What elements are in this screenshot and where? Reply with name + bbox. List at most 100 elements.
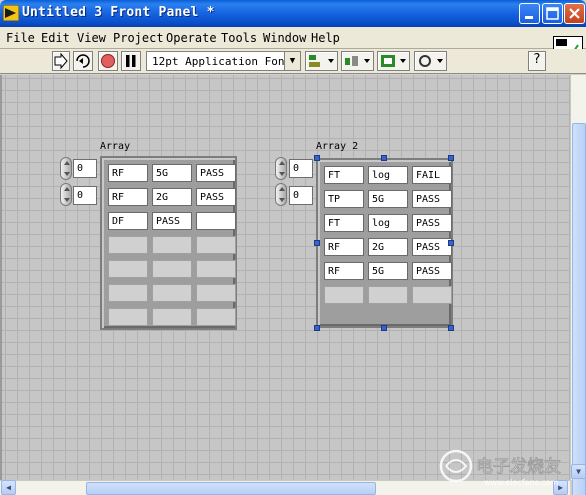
array-frame: RF 5G PASS RF 2G PASS DF PASS [100, 156, 237, 330]
align-objects-button[interactable] [305, 51, 338, 71]
array-element[interactable]: 5G [368, 262, 408, 280]
array-element-empty[interactable] [152, 308, 192, 326]
window-title: Untitled 3 Front Panel * [22, 5, 215, 20]
array-element[interactable]: FT [324, 214, 364, 232]
context-help-button[interactable]: ? [528, 51, 546, 71]
array-element-empty[interactable] [196, 284, 236, 302]
menu-window[interactable]: Window [263, 31, 306, 45]
index-stepper[interactable] [275, 183, 287, 206]
distribute-icon [345, 56, 370, 66]
array-element-empty[interactable] [108, 308, 148, 326]
selection-handle[interactable] [448, 155, 454, 161]
run-button[interactable] [52, 51, 70, 71]
array-element-empty[interactable] [196, 260, 236, 278]
vertical-scroll-thumb[interactable] [572, 123, 586, 495]
svg-text:www.elecfans.com: www.elecfans.com [484, 478, 559, 487]
menu-edit[interactable]: Edit [41, 31, 70, 45]
array-element[interactable]: PASS [152, 212, 192, 230]
array-element[interactable]: FT [324, 166, 364, 184]
array-element-empty[interactable] [108, 284, 148, 302]
array-element[interactable]: PASS [412, 238, 452, 256]
index-stepper[interactable] [60, 157, 72, 180]
array-element[interactable]: RF [108, 164, 148, 182]
menu-bar: File Edit View Project Operate Tools Win… [0, 27, 586, 49]
menu-view[interactable]: View [77, 31, 106, 45]
reorder-button[interactable] [414, 51, 447, 71]
array-element-empty[interactable] [196, 236, 236, 254]
labview-icon [3, 5, 19, 21]
run-continuously-button[interactable] [73, 51, 93, 71]
selection-handle[interactable] [314, 325, 320, 331]
font-select[interactable]: 12pt Application Font ▼ [146, 51, 301, 71]
index-input[interactable]: 0 [289, 186, 313, 205]
array-element[interactable]: 5G [368, 190, 408, 208]
run-continuously-icon [76, 54, 90, 68]
front-panel-canvas[interactable] [0, 75, 570, 480]
abort-button[interactable] [98, 51, 118, 71]
array-element[interactable]: log [368, 166, 408, 184]
close-icon [569, 8, 580, 19]
array-element[interactable]: PASS [412, 214, 452, 232]
vertical-scrollbar[interactable] [570, 75, 586, 495]
close-button[interactable] [564, 3, 585, 24]
array-element[interactable]: RF [324, 262, 364, 280]
array-element-empty[interactable] [196, 308, 236, 326]
pause-button[interactable] [121, 51, 141, 71]
index-stepper[interactable] [60, 183, 72, 206]
align-icon [309, 55, 334, 67]
array-element[interactable]: RF [108, 188, 148, 206]
array-element[interactable]: FAIL [412, 166, 452, 184]
minimize-button[interactable] [519, 3, 540, 24]
chevron-down-icon: ▼ [284, 52, 300, 70]
maximize-button[interactable] [542, 3, 563, 24]
array-element[interactable]: RF [324, 238, 364, 256]
array-element-empty[interactable] [324, 286, 364, 304]
array-2-frame: FT log FAIL TP 5G PASS FT log PASS RF 2G PASS RF 5G PA… [316, 158, 453, 328]
menu-tools[interactable]: Tools [221, 31, 257, 45]
selection-handle[interactable] [314, 240, 320, 246]
index-input[interactable]: 0 [289, 159, 313, 178]
menu-operate[interactable]: Operate [166, 31, 217, 45]
distribute-objects-button[interactable] [341, 51, 374, 71]
array-element[interactable]: DF [108, 212, 148, 230]
array-element[interactable]: PASS [412, 190, 452, 208]
index-input[interactable]: 0 [73, 186, 97, 205]
selection-handle[interactable] [381, 325, 387, 331]
array-element[interactable]: 5G [152, 164, 192, 182]
array-element-empty[interactable] [108, 236, 148, 254]
maximize-icon [546, 7, 559, 20]
menu-project[interactable]: Project [113, 31, 164, 45]
array-element-empty[interactable] [152, 284, 192, 302]
array-element-empty[interactable] [152, 236, 192, 254]
selection-handle[interactable] [314, 155, 320, 161]
pause-icon [126, 55, 136, 67]
array-element[interactable]: 2G [368, 238, 408, 256]
array-element-empty[interactable] [108, 260, 148, 278]
array-element-empty[interactable] [412, 286, 452, 304]
array-element[interactable] [196, 212, 236, 230]
scroll-left-icon[interactable]: ◀ [1, 480, 16, 495]
array-element[interactable]: TP [324, 190, 364, 208]
array-label: Array [100, 141, 131, 152]
minimize-icon [525, 16, 533, 19]
resize-objects-button[interactable] [377, 51, 410, 71]
svg-text:电子发烧友: 电子发烧友 [476, 456, 561, 477]
array-element-empty[interactable] [368, 286, 408, 304]
array-element[interactable]: log [368, 214, 408, 232]
array-element[interactable]: PASS [196, 164, 236, 182]
menu-file[interactable]: File [6, 31, 35, 45]
selection-handle[interactable] [448, 240, 454, 246]
title-bar[interactable]: Untitled 3 Front Panel * [0, 0, 586, 27]
array-element-empty[interactable] [152, 260, 192, 278]
array-element[interactable]: 2G [152, 188, 192, 206]
selection-handle[interactable] [381, 155, 387, 161]
index-input[interactable]: 0 [73, 159, 97, 178]
array-element[interactable]: PASS [196, 188, 236, 206]
toolbar: 12pt Application Font ▼ ? [0, 49, 586, 74]
array-2-label: Array 2 [316, 141, 359, 152]
selection-handle[interactable] [448, 325, 454, 331]
array-element[interactable]: PASS [412, 262, 452, 280]
menu-help[interactable]: Help [311, 31, 340, 45]
index-stepper[interactable] [275, 157, 287, 180]
horizontal-scroll-thumb[interactable] [86, 482, 376, 495]
